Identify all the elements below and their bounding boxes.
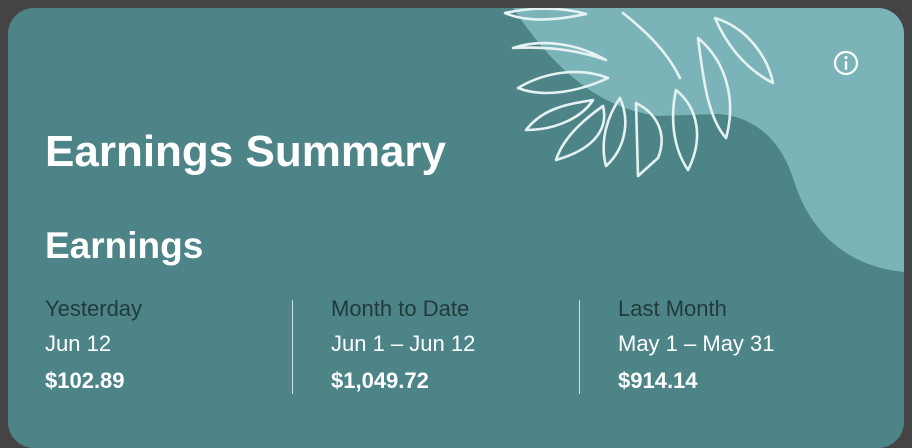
- stat-last-month: Last Month May 1 – May 31 $914.14: [618, 296, 858, 394]
- stat-date-range: May 1 – May 31: [618, 331, 775, 356]
- stat-label: Month to Date: [331, 296, 470, 321]
- page-title: Earnings Summary: [45, 127, 447, 176]
- stat-yesterday: Yesterday Jun 12 $102.89: [45, 296, 285, 394]
- stat-amount: $1,049.72: [331, 368, 429, 393]
- stat-amount: $914.14: [618, 368, 698, 393]
- earnings-summary-card: Earnings Summary Earnings Yesterday Jun …: [8, 8, 904, 448]
- stat-date-range: Jun 1 – Jun 12: [331, 331, 476, 356]
- section-title: Earnings: [45, 225, 204, 266]
- divider: [579, 300, 580, 394]
- stat-amount: $102.89: [45, 368, 125, 393]
- divider: [292, 300, 293, 394]
- stat-label: Yesterday: [45, 296, 143, 321]
- stat-label: Last Month: [618, 296, 727, 321]
- stat-date-range: Jun 12: [45, 331, 112, 356]
- stat-month-to-date: Month to Date Jun 1 – Jun 12 $1,049.72: [331, 296, 571, 394]
- info-icon[interactable]: [832, 49, 860, 77]
